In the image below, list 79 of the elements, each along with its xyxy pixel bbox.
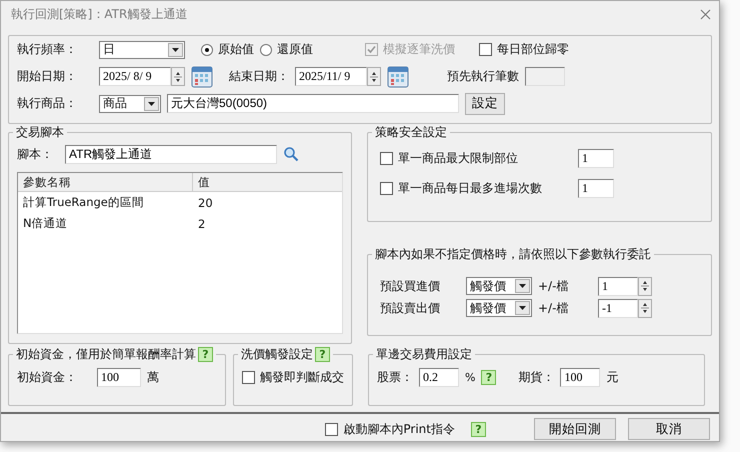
checkbox[interactable] — [380, 152, 393, 164]
help-button[interactable]: ? — [471, 422, 486, 436]
group-title: 初始資金，僅用於簡單報酬率計算 — [16, 346, 196, 363]
close-icon[interactable] — [700, 8, 711, 20]
group-title: 腳本內如果不指定價格時，請依照以下參數執行委託 — [375, 246, 651, 263]
field-label: 預先執行筆數 — [447, 68, 519, 85]
radio-button[interactable] — [201, 44, 213, 56]
field-label: 腳本： — [17, 146, 54, 162]
field-label: 結束日期： — [229, 68, 289, 85]
option-label: 每日部位歸零 — [497, 41, 569, 58]
radio-label: 還原值 — [277, 41, 313, 58]
radio-label: 原始值 — [218, 41, 254, 58]
table-cell-text: 2 — [197, 216, 206, 230]
option-label: 單一商品最大限制部位 — [398, 150, 518, 166]
product-type-dropdown[interactable]: 商品 — [99, 94, 161, 112]
field-label: 預設賣出價 — [380, 300, 441, 316]
checkbox[interactable] — [479, 43, 492, 56]
input-field[interactable]: 1 — [578, 148, 614, 168]
script-field[interactable]: ATR觸發上通道 — [65, 144, 277, 164]
unit-label: 萬 — [147, 368, 159, 386]
calendar-icon[interactable] — [387, 66, 409, 88]
search-icon[interactable] — [283, 146, 299, 162]
unit-label: +/-檔 — [537, 278, 570, 294]
field-label: 執行商品： — [17, 95, 78, 112]
group-title: 洗價觸發設定 — [241, 346, 313, 363]
column-header[interactable]: 參數名稱 — [18, 173, 193, 191]
radio-button[interactable] — [260, 44, 272, 56]
caret-icon — [519, 306, 526, 310]
field-label: 預設買進價 — [380, 278, 441, 294]
input-field[interactable]: 100 — [97, 368, 141, 386]
checkbox[interactable] — [325, 422, 338, 436]
input-field[interactable]: 1 — [598, 276, 638, 296]
caret-icon — [148, 102, 155, 106]
option-label: 單一商品每日最多進場次數 — [398, 180, 542, 196]
spin-button[interactable] — [171, 67, 185, 86]
input-field[interactable]: -1 — [598, 298, 638, 318]
calendar-icon[interactable] — [191, 66, 213, 88]
cancel-button[interactable]: 取消 — [628, 418, 710, 440]
input-field[interactable]: 100 — [560, 368, 600, 386]
unit-label: +/-檔 — [537, 300, 570, 316]
group-title: 交易腳本 — [16, 124, 64, 141]
field-label: 股票： — [377, 368, 413, 386]
field-label: 開始日期： — [17, 68, 78, 85]
product-field[interactable]: 元大台灣50(0050) — [167, 94, 459, 113]
group-title: 策略安全設定 — [375, 124, 447, 141]
help-button[interactable]: ? — [481, 370, 496, 384]
unit-label: % — [465, 370, 476, 384]
field-label: 初始資金： — [17, 368, 78, 386]
field-label: 執行頻率： — [17, 41, 78, 58]
spin-button[interactable] — [638, 276, 652, 296]
help-button[interactable]: ? — [315, 347, 330, 362]
start-button[interactable]: 開始回測 — [534, 418, 616, 440]
column-header[interactable]: 值 — [193, 173, 210, 191]
input-field[interactable]: 1 — [578, 178, 614, 198]
option-label: 觸發即判斷成交 — [260, 368, 344, 386]
table-cell-text: N倍通道 — [22, 216, 69, 231]
checkbox[interactable] — [380, 182, 393, 194]
table-cell-text: 20 — [197, 196, 213, 210]
input-field[interactable] — [525, 67, 565, 86]
input-field[interactable]: 0.2 — [419, 368, 459, 386]
group-title: 單邊交易費用設定 — [376, 346, 472, 363]
date-field[interactable]: 2025/ 8/ 9 — [99, 67, 171, 86]
checkbox[interactable] — [242, 370, 255, 384]
window-title: 執行回測[策略]：ATR觸發上通道 — [11, 6, 188, 22]
field-label: 期貨： — [518, 368, 554, 386]
settings-button[interactable]: 設定 — [465, 92, 505, 114]
caret-icon — [172, 48, 179, 52]
option-label: 啟動腳本內Print指令 — [343, 420, 455, 438]
spin-button[interactable] — [638, 298, 652, 318]
frequency-dropdown[interactable]: 日 — [99, 40, 185, 58]
option-label: 模擬逐筆洗價 — [383, 41, 455, 58]
caret-icon — [519, 284, 526, 288]
price-type-dropdown[interactable]: 觸發價 — [466, 299, 532, 317]
table-cell-text: 計算TrueRange的區間 — [22, 195, 145, 210]
unit-label: 元 — [606, 368, 618, 386]
spin-button[interactable] — [367, 67, 381, 86]
date-field[interactable]: 2025/11/ 9 — [295, 67, 367, 86]
price-type-dropdown[interactable]: 觸發價 — [466, 277, 532, 295]
help-button[interactable]: ? — [198, 347, 213, 362]
